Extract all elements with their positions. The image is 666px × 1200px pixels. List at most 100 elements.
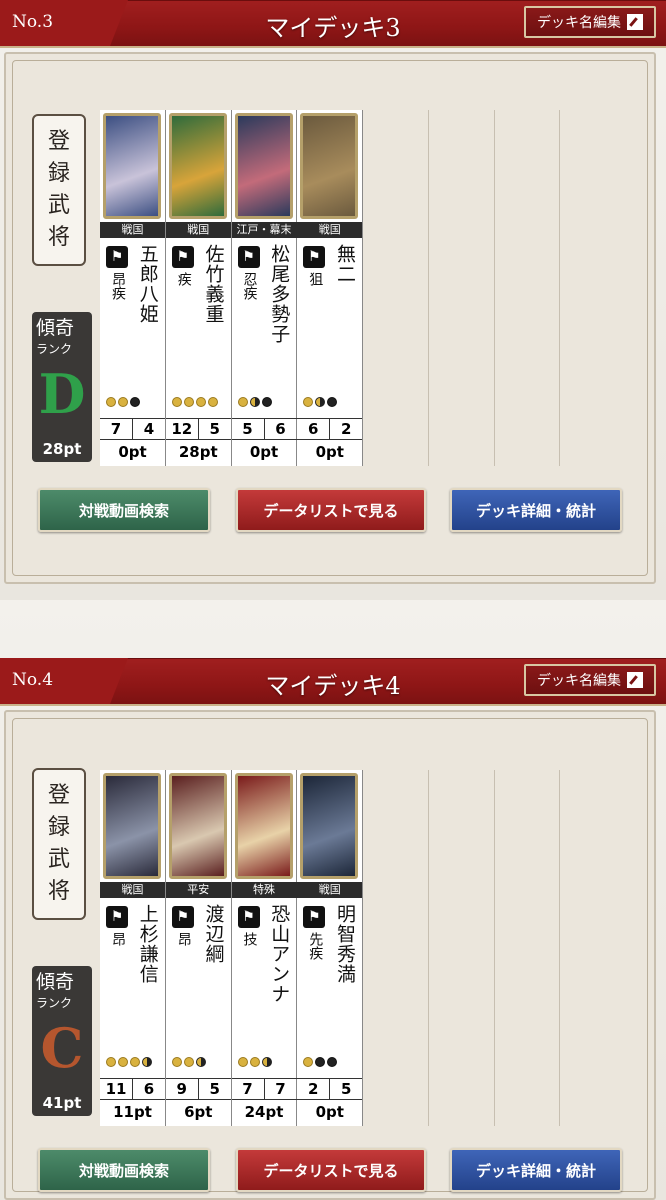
cost-dot [142, 1057, 152, 1067]
battle-video-search-button[interactable]: 対戦動画検索 [38, 1148, 210, 1192]
label-char: 将 [47, 225, 70, 250]
card-portrait [300, 113, 359, 219]
card-skills: 昂 [175, 932, 192, 946]
cost-dot [183, 1057, 194, 1067]
card-name: 無二 [334, 244, 356, 284]
cost-dot [303, 397, 314, 407]
empty-slot[interactable] [560, 770, 626, 1126]
edit-icon [627, 14, 643, 30]
card-defense: 7 [275, 1080, 286, 1098]
faction-mark-icon: ⚑ [106, 246, 128, 268]
cost-dot [327, 397, 338, 407]
cost-dot [106, 1057, 116, 1067]
label-char: 武 [47, 847, 70, 872]
cost-dot [171, 397, 182, 407]
cost-dot [118, 397, 128, 407]
cost-dot [171, 1057, 182, 1067]
faction-mark-icon: ⚑ [106, 906, 128, 928]
rename-deck-button[interactable]: デッキ名編集 [524, 6, 656, 38]
empty-slot[interactable] [429, 110, 495, 466]
empty-slot[interactable] [363, 770, 429, 1126]
card-cost [237, 1057, 272, 1067]
card-slot[interactable]: 特殊 ⚑ 技恐山アンナ 7 7 24pt [231, 770, 298, 1126]
card-stats: 25 [297, 1078, 363, 1100]
cost-dot [130, 397, 140, 407]
deck-panel-1: No.3 マイデッキ3 デッキ名編集 登 録 武 将 傾奇 ランク D 28pt… [0, 0, 666, 600]
registered-generals-label: 登 録 武 将 [32, 768, 86, 920]
deck-header: No.4 マイデッキ4 デッキ名編集 [0, 658, 666, 706]
rank-subtitle: ランク [36, 996, 73, 1010]
card-defense: 2 [341, 420, 352, 438]
card-era: 戦国 [297, 222, 363, 238]
card-portrait [300, 773, 359, 879]
card-skills: 昂 [110, 932, 126, 946]
card-slot[interactable]: 平安 ⚑ 昂渡辺綱 9 5 6pt [165, 770, 232, 1126]
label-char: 武 [47, 193, 70, 218]
cost-dot [106, 397, 116, 407]
deck-panel-2: No.4 マイデッキ4 デッキ名編集 登 録 武 将 傾奇 ランク C 41pt… [0, 658, 666, 1200]
card-cost [303, 397, 338, 407]
cost-dot [118, 1057, 128, 1067]
deck-detail-stats-button[interactable]: デッキ詳細・統計 [450, 488, 622, 532]
card-skills: 先疾 [307, 932, 324, 960]
card-grid: 戦国 ⚑ 昂上杉謙信 11 6 11pt 平安 ⚑ 昂渡辺綱 9 5 6pt 特殊 ⚑ 技恐山アンナ 7 7… [100, 770, 626, 1126]
card-grid: 戦国 ⚑ 昂疾 五郎八姫 7 4 0pt 戦国 ⚑ 疾佐竹義重 12 5 28pt 江戸・幕末 ⚑ 忍疾松… [100, 110, 626, 466]
empty-slot[interactable] [495, 110, 561, 466]
card-stats: 56 [231, 418, 297, 440]
card-era: 特殊 [231, 882, 297, 898]
card-portrait [234, 773, 293, 879]
card-points: 28pt [178, 443, 218, 461]
registered-generals-label: 登 録 武 将 [32, 114, 86, 266]
rank-box: 傾奇 ランク C 41pt [32, 966, 92, 1116]
card-points: 0pt [249, 443, 279, 461]
rank-title: 傾奇 [36, 317, 75, 339]
cost-dot [315, 397, 326, 407]
label-char: 録 [47, 815, 70, 840]
rename-deck-label: デッキ名編集 [537, 673, 621, 689]
card-portrait [103, 113, 161, 219]
cost-dot [303, 1057, 314, 1067]
card-cost [106, 397, 140, 407]
card-cost [237, 397, 272, 407]
rename-deck-button[interactable]: デッキ名編集 [524, 664, 656, 696]
card-era: 平安 [165, 882, 231, 898]
empty-slot[interactable] [363, 110, 429, 466]
card-skills: 狙 [307, 272, 324, 286]
card-era: 戦国 [165, 222, 231, 238]
card-stats: 74 [100, 418, 165, 440]
card-points: 0pt [315, 1103, 344, 1121]
edit-icon [627, 672, 643, 688]
empty-slot[interactable] [495, 770, 561, 1126]
data-list-button[interactable]: データリストで見る [236, 488, 426, 532]
cost-dot [327, 1057, 338, 1067]
faction-mark-icon: ⚑ [171, 246, 194, 268]
deck-detail-stats-button[interactable]: デッキ詳細・統計 [450, 1148, 622, 1192]
card-stats: 77 [231, 1078, 297, 1100]
cost-dot [261, 397, 272, 407]
card-slot[interactable]: 戦国 ⚑ 疾佐竹義重 12 5 28pt [165, 110, 232, 466]
card-slot[interactable]: 戦国 ⚑ 昂上杉謙信 11 6 11pt [100, 770, 166, 1126]
card-attack: 6 [297, 419, 331, 439]
card-era: 戦国 [100, 222, 165, 238]
battle-video-search-button[interactable]: 対戦動画検索 [38, 488, 210, 532]
card-defense: 5 [209, 420, 220, 438]
empty-slot[interactable] [429, 770, 495, 1126]
card-slot[interactable]: 江戸・幕末 ⚑ 忍疾 松尾多勢子 5 6 0pt [231, 110, 298, 466]
cost-dot [195, 1057, 206, 1067]
card-slot[interactable]: 戦国 ⚑ 狙無二 6 2 0pt [297, 110, 363, 466]
card-name: 恐山アンナ [268, 904, 291, 1004]
card-skills: 昂疾 [110, 272, 126, 300]
card-name: 上杉謙信 [136, 904, 159, 984]
card-slot[interactable]: 戦国 ⚑ 先疾 明智秀満 2 5 0pt [297, 770, 363, 1126]
empty-slot[interactable] [560, 110, 626, 466]
card-points: 0pt [118, 443, 147, 461]
card-attack: 9 [166, 1079, 199, 1099]
faction-mark-icon: ⚑ [171, 906, 194, 928]
card-defense: 5 [209, 1080, 220, 1098]
cost-dot [237, 1057, 248, 1067]
card-slot[interactable]: 戦国 ⚑ 昂疾 五郎八姫 7 4 0pt [100, 110, 166, 466]
data-list-button[interactable]: データリストで見る [236, 1148, 426, 1192]
card-skills: 忍疾 [241, 272, 258, 300]
cost-dot [183, 397, 194, 407]
cost-dot [207, 397, 218, 407]
